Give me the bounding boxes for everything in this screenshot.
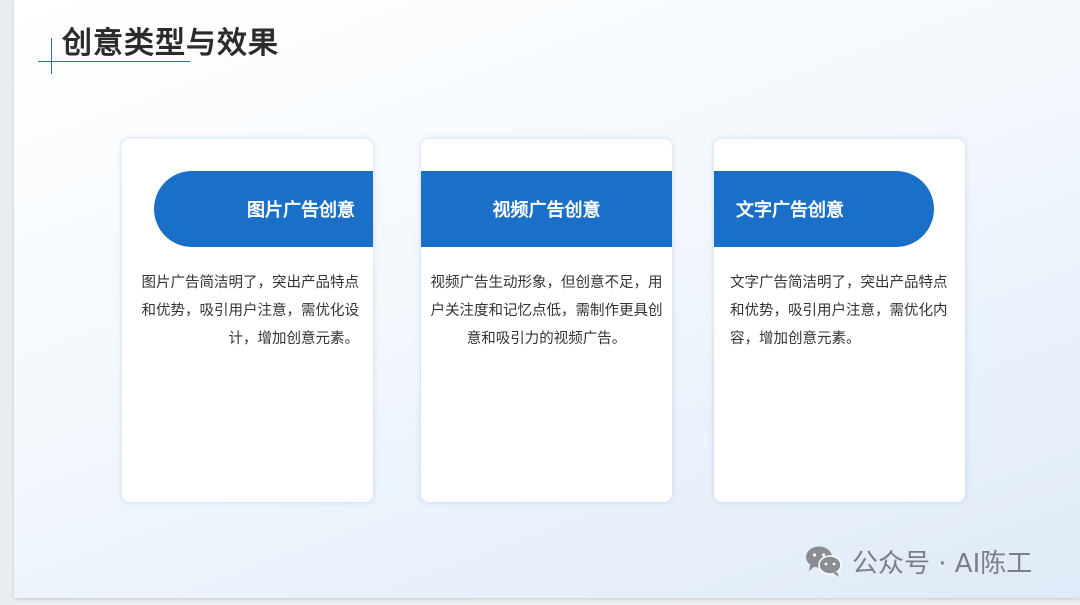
card-heading: 视频广告创意 bbox=[492, 200, 601, 221]
card-heading-banner: 图片广告创意 bbox=[154, 171, 373, 247]
slide: 创意类型与效果 图片广告创意 图片广告简洁明了，突出产品特点和优势，吸引用户注意… bbox=[14, 0, 1080, 598]
card-image-ad: 图片广告创意 图片广告简洁明了，突出产品特点和优势，吸引用户注意，需优化设计，增… bbox=[122, 139, 373, 502]
card-video-ad: 视频广告创意 视频广告生动形象，但创意不足，用户关注度和记忆点低，需制作更具创意… bbox=[421, 139, 672, 502]
card-body-text: 视频广告生动形象，但创意不足，用户关注度和记忆点低，需制作更具创意和吸引力的视频… bbox=[430, 275, 663, 347]
card-heading: 图片广告创意 bbox=[247, 200, 355, 221]
slide-title: 创意类型与效果 bbox=[62, 26, 279, 61]
card-text-ad: 文字广告创意 文字广告简洁明了，突出产品特点和优势，吸引用户注意，需优化内容，增… bbox=[714, 139, 965, 502]
card-heading-banner: 视频广告创意 bbox=[421, 171, 672, 247]
card-body-text: 文字广告简洁明了，突出产品特点和优势，吸引用户注意，需优化内容，增加创意元素。 bbox=[730, 275, 948, 347]
title-decoration-vertical-line bbox=[51, 38, 52, 74]
watermark: 公众号 · AI陈工 bbox=[804, 543, 1032, 579]
watermark-text: 公众号 · AI陈工 bbox=[852, 548, 1033, 579]
wechat-icon bbox=[806, 546, 842, 577]
card-body-text: 图片广告简洁明了，突出产品特点和优势，吸引用户注意，需优化设计，增加创意元素。 bbox=[141, 275, 360, 347]
card-heading: 文字广告创意 bbox=[736, 200, 844, 221]
card-heading-banner: 文字广告创意 bbox=[714, 171, 934, 247]
